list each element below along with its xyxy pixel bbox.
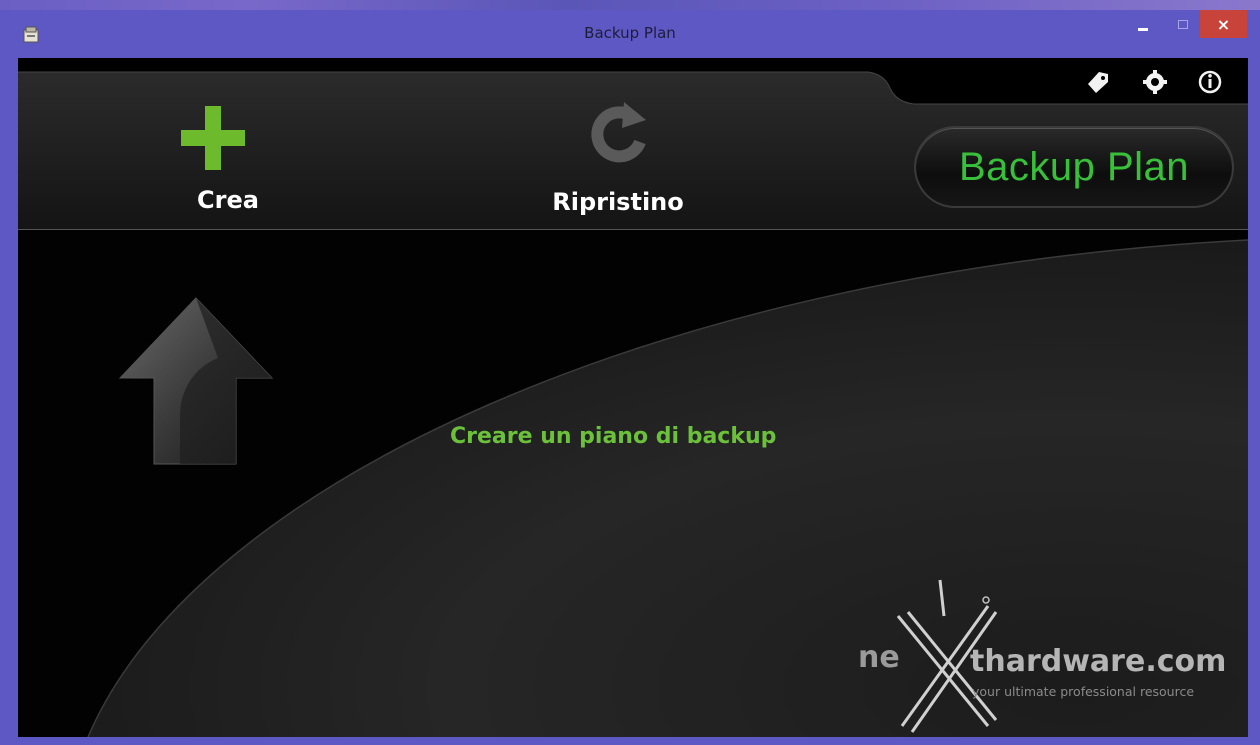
watermark: ne thardware.com your ultimate professio…: [858, 576, 1248, 736]
minimize-icon: [1138, 27, 1148, 31]
close-icon: ×: [1216, 14, 1231, 34]
watermark-tagline: your ultimate professional resource: [972, 684, 1195, 699]
plus-icon: [181, 106, 245, 170]
maximize-button[interactable]: [1166, 10, 1200, 38]
up-arrow-icon: [118, 297, 274, 465]
maximize-icon: [1178, 19, 1188, 29]
refresh-icon: [591, 102, 646, 163]
screen-top-strip: [0, 0, 1260, 10]
brand-text: Backup Plan: [958, 144, 1190, 189]
watermark-prefix: ne: [858, 640, 900, 675]
tag-icon[interactable]: [1084, 68, 1112, 96]
watermark-brand: thardware.com: [970, 644, 1227, 679]
close-button[interactable]: ×: [1200, 10, 1247, 38]
ripristino-label: Ripristino: [552, 188, 684, 216]
crea-button[interactable]: Crea: [158, 106, 298, 226]
hint-text: Creare un piano di backup: [450, 424, 777, 449]
app-client-area: Crea Ripristino Backup Plan Creare un pi…: [18, 58, 1248, 737]
gear-icon[interactable]: [1141, 68, 1169, 96]
minimize-button[interactable]: [1126, 10, 1160, 38]
title-bar[interactable]: Backup Plan ×: [0, 10, 1260, 58]
info-icon[interactable]: [1196, 68, 1224, 96]
crea-label: Crea: [197, 186, 259, 214]
ripristino-button[interactable]: Ripristino: [518, 98, 718, 228]
brand-logo: Backup Plan: [914, 126, 1234, 208]
window-title: Backup Plan: [584, 24, 676, 42]
toolbar-divider: [18, 229, 1248, 230]
